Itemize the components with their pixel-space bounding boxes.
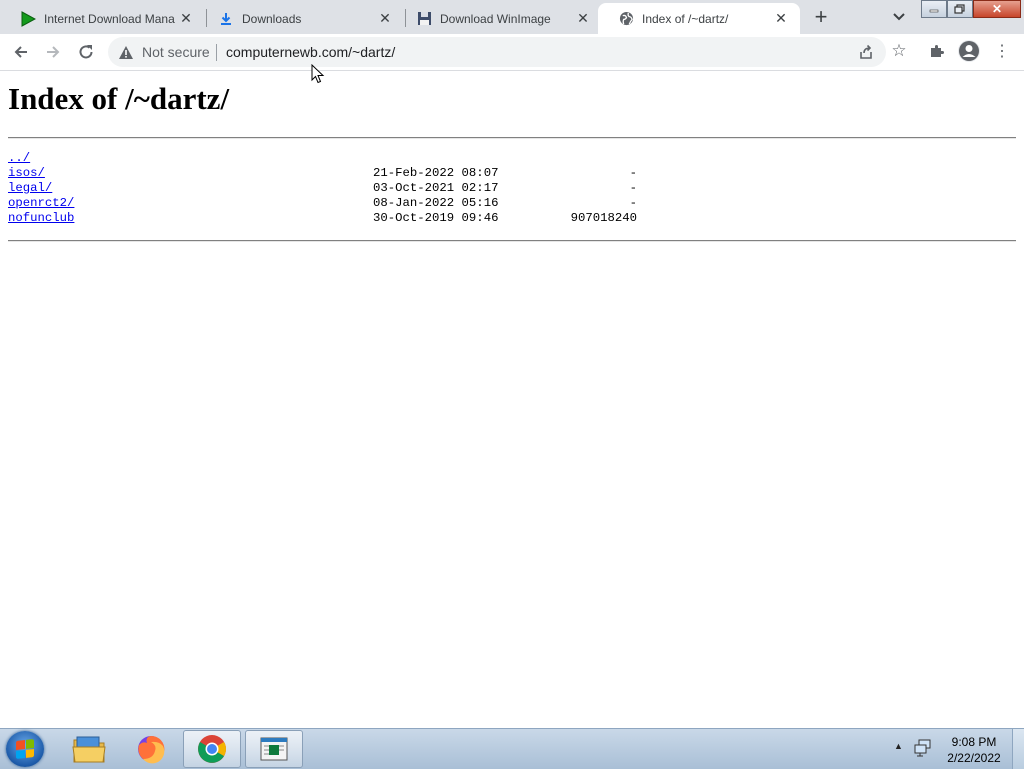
browser-toolbar: Not secure computernewb.com/~dartz/ ☆ ⋮ xyxy=(0,34,1024,71)
extensions-puzzle-icon[interactable] xyxy=(926,40,948,62)
start-button[interactable] xyxy=(6,731,44,767)
restore-icon xyxy=(954,4,965,14)
tab-strip: Internet Download Mana ✕ Downloads ✕ Dow… xyxy=(0,0,1024,34)
folder-icon xyxy=(72,736,106,763)
list-item: openrct2/ 08-Jan-2022 05:16 - xyxy=(8,196,648,211)
list-item: ../ xyxy=(8,151,648,166)
entry-link[interactable]: isos/ xyxy=(8,166,45,181)
minimize-button[interactable] xyxy=(921,0,947,18)
play-triangle-icon xyxy=(20,10,36,27)
notepad-icon xyxy=(260,737,288,761)
tab-download-winimage[interactable]: Download WinImage ✕ xyxy=(396,3,602,34)
taskbar-firefox[interactable] xyxy=(122,730,180,768)
profile-avatar-icon[interactable] xyxy=(958,40,980,62)
arrow-right-icon xyxy=(47,46,60,58)
minimize-icon xyxy=(929,9,939,13)
entry-date: 21-Feb-2022 08:07 xyxy=(373,166,499,180)
bookmark-star-icon[interactable]: ☆ xyxy=(888,40,910,62)
warning-triangle-icon[interactable] xyxy=(118,44,134,60)
close-tab-icon[interactable]: ✕ xyxy=(375,9,395,29)
reload-icon xyxy=(79,45,93,59)
security-label[interactable]: Not secure xyxy=(142,44,210,60)
show-desktop-button[interactable] xyxy=(1012,729,1024,769)
arrow-left-icon xyxy=(14,46,27,58)
close-window-button[interactable]: ✕ xyxy=(973,0,1021,18)
close-tab-icon[interactable]: ✕ xyxy=(176,9,196,29)
tab-title: Download WinImage xyxy=(440,11,551,26)
entry-date: 03-Oct-2021 02:17 xyxy=(373,181,499,195)
entry-size: - xyxy=(629,181,637,195)
tab-search-button[interactable] xyxy=(886,4,912,30)
back-button[interactable] xyxy=(8,39,34,65)
entry-size: - xyxy=(629,166,637,180)
forward-button[interactable] xyxy=(40,39,66,65)
tab-internet-download-manager[interactable]: Internet Download Mana ✕ xyxy=(0,3,205,34)
taskbar: ▲ 9:08 PM 2/22/2022 xyxy=(0,728,1024,769)
url-text[interactable]: computernewb.com/~dartz/ xyxy=(226,44,395,60)
tab-downloads[interactable]: Downloads ✕ xyxy=(198,3,404,34)
close-tab-icon[interactable]: ✕ xyxy=(573,9,593,29)
firefox-icon xyxy=(138,735,165,764)
tab-index-of-dartz[interactable]: Index of /~dartz/ ✕ xyxy=(598,3,800,34)
entry-link[interactable]: openrct2/ xyxy=(8,196,74,211)
directory-listing: ../ isos/ 21-Feb-2022 08:07 - legal/ 03-… xyxy=(8,151,648,226)
kebab-menu-icon[interactable]: ⋮ xyxy=(992,40,1012,62)
download-arrow-icon xyxy=(218,11,234,27)
windows-logo-icon xyxy=(16,739,34,759)
clock-time: 9:08 PM xyxy=(951,735,997,749)
divider xyxy=(216,44,217,61)
list-item: legal/ 03-Oct-2021 02:17 - xyxy=(8,181,648,196)
page-title: Index of /~dartz/ xyxy=(8,81,230,116)
clock-date: 2/22/2022 xyxy=(947,751,1001,765)
globe-icon xyxy=(618,11,634,27)
entry-size: - xyxy=(629,196,637,210)
system-tray: ▲ xyxy=(890,735,950,763)
entry-size: 907018240 xyxy=(570,211,637,225)
share-icon[interactable] xyxy=(856,42,876,62)
close-tab-icon[interactable]: ✕ xyxy=(771,9,791,29)
plus-icon: + xyxy=(814,4,828,29)
mouse-cursor-icon xyxy=(311,64,325,84)
restore-button[interactable] xyxy=(947,0,973,18)
tab-title: Index of /~dartz/ xyxy=(642,11,729,26)
address-bar[interactable]: Not secure computernewb.com/~dartz/ xyxy=(108,37,886,67)
entry-date: 30-Oct-2019 09:46 xyxy=(373,211,499,225)
floppy-disk-icon xyxy=(416,11,432,27)
chevron-down-icon xyxy=(893,13,905,21)
tab-title: Internet Download Mana xyxy=(44,11,175,26)
new-tab-button[interactable]: + xyxy=(808,4,834,30)
tab-title: Downloads xyxy=(242,11,302,26)
taskbar-notepad[interactable] xyxy=(245,730,303,768)
reload-button[interactable] xyxy=(73,39,99,65)
entry-link[interactable]: nofunclub xyxy=(8,211,74,226)
entry-date: 08-Jan-2022 05:16 xyxy=(373,196,499,210)
show-hidden-icons-chevron-icon[interactable]: ▲ xyxy=(894,741,903,751)
list-item: isos/ 21-Feb-2022 08:07 - xyxy=(8,166,648,181)
divider xyxy=(8,137,1016,139)
parent-directory-link[interactable]: ../ xyxy=(8,151,30,166)
chrome-icon xyxy=(198,735,226,763)
system-clock[interactable]: 9:08 PM 2/22/2022 xyxy=(942,734,1006,766)
window-controls: ✕ xyxy=(921,0,1022,19)
divider xyxy=(8,240,1016,242)
taskbar-google-chrome[interactable] xyxy=(183,730,241,768)
close-icon: ✕ xyxy=(991,2,1003,16)
entry-link[interactable]: legal/ xyxy=(8,181,52,196)
network-icon[interactable] xyxy=(914,739,932,757)
page-content: Index of /~dartz/ ../ isos/ 21-Feb-2022 … xyxy=(0,71,1024,728)
taskbar-windows-explorer[interactable] xyxy=(60,730,118,768)
list-item: nofunclub 30-Oct-2019 09:46 907018240 xyxy=(8,211,648,226)
